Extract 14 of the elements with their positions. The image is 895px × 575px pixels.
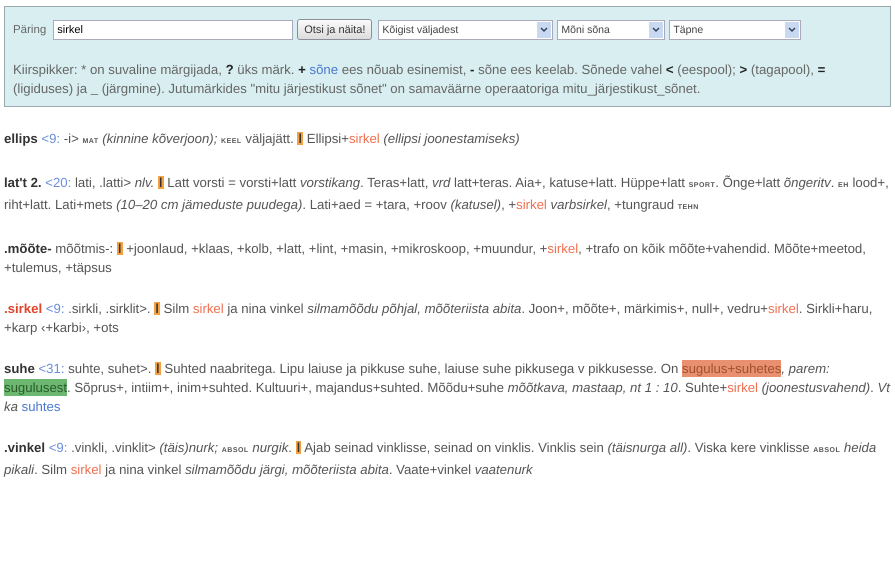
query-field[interactable]: sirkel (53, 20, 294, 40)
dropdown[interactable]: Täpne (669, 20, 802, 40)
highlighted-word: sugulus+suhetes (682, 360, 782, 377)
link[interactable]: suhtes (22, 399, 60, 414)
query-label: Päring (13, 24, 46, 36)
dropdown[interactable]: Kõigist väljadest (378, 20, 554, 40)
dictionary-entry: .mõõte- mõõtmis-: ǀ +joonlaud, +klaas, +kolb, +latt, +lint, +masin, +mikroskoop, +muundur, +sirkel, +trafo on kõik mõõte+vahendid. Mõõte+meetod, +tulemus, +täpsus (4, 240, 867, 277)
link[interactable]: sõne (309, 62, 338, 77)
dictionary-entry: .sirkel <9: .sirkli, .sirklit>. ǀ Silm sirkel ja nina vinkel silmamõõdu põhjal, mõõteriista abita. Joon+, mõõte+, märkimis+, null+, vedru+sirkel. Sirkli+haru, +karp ‹+karbi›, +ots (4, 300, 874, 337)
help-text: Kiirspikker: * on suvaline märgijada, ? üks märk. + sõne ees nõuab esinemist, - sõne ees keelab. Sõnede vahel < (eespool); > (tagapool), = (ligiduses) ja _ (järgmine). Jutumärkides "mitu järjestikust sõnet" on samaväärne operaatoriga mitu_järjestikust_sõnet. (13, 61, 826, 98)
search-button[interactable]: Otsi ja näita! (297, 19, 372, 40)
dropdown[interactable]: Mõni sõna (557, 20, 666, 40)
highlighted-word: sugulusest (4, 379, 68, 396)
dictionary-entry: suhe <31: suhte, suhet>. ǀ Suhted naabritega. Lipu laiuse ja pikkuse suhe, laiuse suhe pikkusega v pikkusesse. On sugulus+suhetes, parem: sugulusest. Sõprus+, intiim+, inim+suhted. Kultuuri+, majandus+suhted. Mõõdu+suhe mõõtkava, mastaap, nt 1 : 10. Suhte+sirkel (joonestusvahend). Vt ka suhtes (4, 359, 891, 416)
